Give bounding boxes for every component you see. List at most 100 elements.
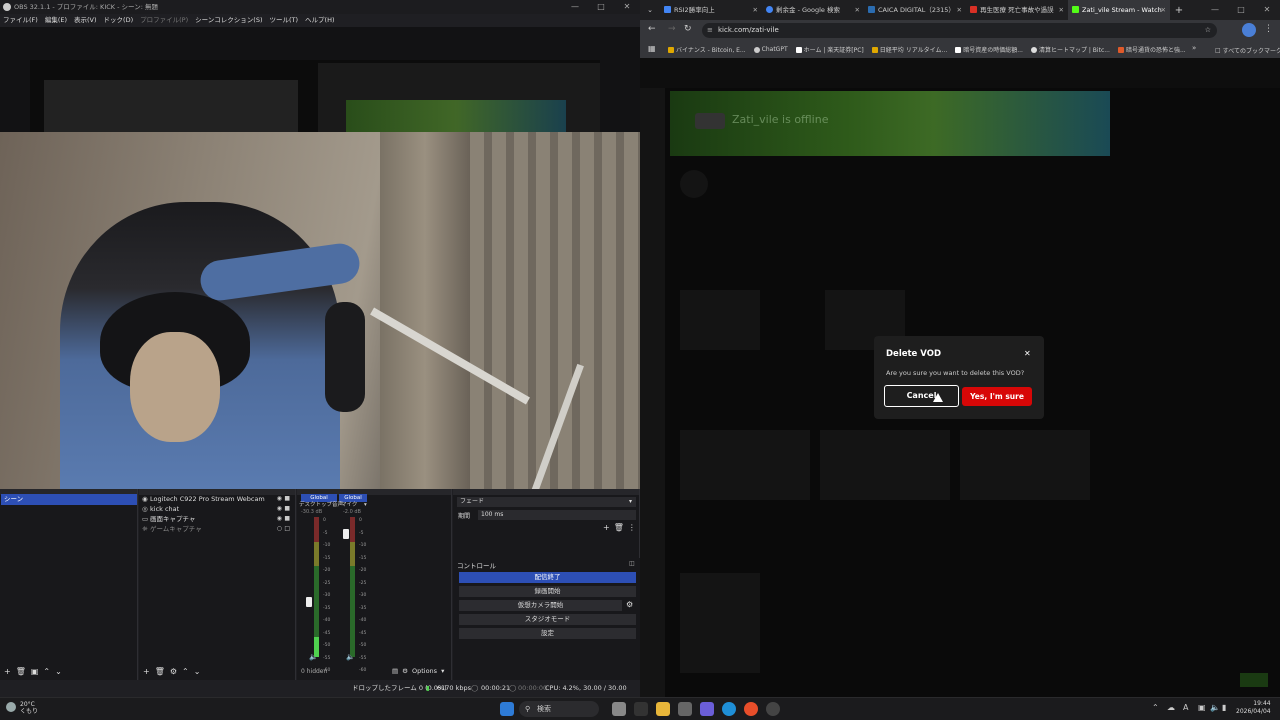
chrome-icon[interactable] xyxy=(744,702,758,716)
duration-input[interactable]: 100 ms xyxy=(478,510,636,520)
store-icon[interactable] xyxy=(678,702,692,716)
chevron-down-icon[interactable]: ⌄ xyxy=(55,667,62,679)
confirm-delete-button[interactable]: Yes, I'm sure xyxy=(962,387,1032,406)
volume-fader[interactable] xyxy=(306,597,312,607)
gear-icon[interactable]: ⚙ xyxy=(170,667,177,679)
chevron-down-icon[interactable]: ▾ xyxy=(441,667,444,675)
network-icon[interactable]: ▣ xyxy=(1198,703,1206,712)
trash-icon[interactable]: 🗑 xyxy=(614,523,624,532)
minimize-icon[interactable]: — xyxy=(1202,0,1228,20)
windows-start-icon[interactable] xyxy=(500,702,514,716)
eye-icon[interactable]: ◉ xyxy=(277,514,282,524)
bookmark-item[interactable]: 暗号通貨の恐怖と強... xyxy=(1117,45,1186,54)
start-virtual-camera-button[interactable]: 仮想カメラ開始 xyxy=(459,600,622,611)
profile-avatar[interactable] xyxy=(1242,23,1256,37)
browser-tab-active[interactable]: Zati_vile Stream - Watch ✕ xyxy=(1068,0,1170,20)
task-view-icon[interactable] xyxy=(634,702,648,716)
menu-docks[interactable]: ドック(D) xyxy=(104,14,134,27)
all-bookmarks[interactable]: □ すべてのブックマーク xyxy=(1215,46,1280,55)
unlock-icon[interactable]: □ xyxy=(284,524,290,534)
volume-icon[interactable]: 🔈 xyxy=(1210,703,1220,712)
obs-icon[interactable] xyxy=(766,702,780,716)
onedrive-icon[interactable]: ☁ xyxy=(1167,703,1175,712)
reload-icon[interactable]: ↻ xyxy=(684,24,692,34)
eye-hidden-icon[interactable]: ○ xyxy=(277,524,282,534)
close-icon[interactable]: ✕ xyxy=(1161,0,1166,20)
stop-streaming-button[interactable]: 配信終了 xyxy=(459,572,636,583)
source-item[interactable]: ◉ Logitech C922 Pro Stream Webcam ◉ ■ xyxy=(142,494,292,504)
file-explorer-icon[interactable] xyxy=(612,702,626,716)
weather-widget[interactable]: 20°C くもり xyxy=(20,701,38,715)
bookmark-item[interactable]: ChatGPT xyxy=(753,46,788,53)
speaker-icon[interactable]: 🔈 xyxy=(309,653,318,661)
gear-icon[interactable]: ⚙ xyxy=(402,667,408,675)
trash-icon[interactable]: 🗑 xyxy=(155,667,165,679)
menu-scene-collection[interactable]: シーンコレクション(S) xyxy=(195,14,262,27)
bookmark-item[interactable]: 清算ヒートマップ | Bitc... xyxy=(1030,45,1110,54)
browser-tab[interactable]: CAICA DIGITAL（2315） ✕ xyxy=(864,0,966,20)
menu-view[interactable]: 表示(V) xyxy=(74,14,97,27)
lock-icon[interactable]: ■ xyxy=(284,504,290,514)
lock-icon[interactable]: ■ xyxy=(284,514,290,524)
transition-select[interactable]: フェード ▾ xyxy=(457,497,636,507)
add-icon[interactable]: + xyxy=(4,667,11,679)
taskbar-clock[interactable]: 19:44 2026/04/04 xyxy=(1236,700,1271,716)
source-item[interactable]: ▭ 画面キャプチャ ◉ ■ xyxy=(142,514,292,524)
studio-mode-button[interactable]: スタジオモード xyxy=(459,614,636,625)
minimize-icon[interactable]: — xyxy=(562,0,588,14)
close-icon[interactable]: ✕ xyxy=(1059,0,1064,20)
trash-icon[interactable]: 🗑 xyxy=(16,667,26,679)
mixer-layout-icon[interactable]: ▤ xyxy=(392,667,398,675)
tab-search-icon[interactable]: ⌄ xyxy=(640,6,660,14)
eye-icon[interactable]: ◉ xyxy=(277,494,282,504)
browser-tab[interactable]: 剰余金 - Google 検索 ✕ xyxy=(762,0,864,20)
dock-float-icon[interactable]: ◫ xyxy=(629,560,635,567)
ime-icon[interactable]: A xyxy=(1183,703,1188,712)
volume-fader[interactable] xyxy=(343,529,349,539)
bookmark-item[interactable]: 日経平均 リアルタイム... xyxy=(871,45,947,54)
edge-icon[interactable] xyxy=(722,702,736,716)
start-recording-button[interactable]: 録画開始 xyxy=(459,586,636,597)
bookmark-item[interactable]: 暗号資産の時価総額... xyxy=(955,45,1023,54)
browser-tab[interactable]: 再生医療 死亡事故や過誤 ✕ xyxy=(966,0,1068,20)
bookmark-item[interactable]: バイナンス - Bitcoin, E... xyxy=(668,45,746,54)
site-info-icon[interactable]: ≡ xyxy=(707,23,713,38)
chat-send-button[interactable] xyxy=(1240,673,1268,687)
maximize-icon[interactable]: □ xyxy=(588,0,614,14)
menu-edit[interactable]: 編集(E) xyxy=(45,14,67,27)
address-bar[interactable]: ≡ kick.com/zati-vile ☆ xyxy=(702,23,1217,38)
close-icon[interactable]: ✕ xyxy=(957,0,962,20)
source-item[interactable]: ☼ ゲームキャプチャ ○ □ xyxy=(142,524,292,534)
source-item[interactable]: ◎ kick chat ◉ ■ xyxy=(142,504,292,514)
chevron-down-icon[interactable]: ⌄ xyxy=(194,667,201,679)
gear-icon[interactable]: ⚙ xyxy=(626,600,633,609)
bookmark-item[interactable]: ホーム | 楽天証券[PC] xyxy=(795,45,864,54)
chevron-up-icon[interactable]: ⌃ xyxy=(43,667,50,679)
more-icon[interactable]: ⋮ xyxy=(628,523,636,532)
speaker-icon[interactable]: 🔈 xyxy=(346,653,355,661)
close-icon[interactable]: ✕ xyxy=(753,0,758,20)
close-icon[interactable]: ✕ xyxy=(1024,349,1031,358)
eye-icon[interactable]: ◉ xyxy=(277,504,282,514)
add-icon[interactable]: + xyxy=(143,667,150,679)
add-icon[interactable]: + xyxy=(603,523,610,532)
chevron-up-icon[interactable]: ⌃ xyxy=(182,667,189,679)
menu-tools[interactable]: ツール(T) xyxy=(269,14,298,27)
obs-preview[interactable] xyxy=(0,27,640,489)
scene-item[interactable]: シーン xyxy=(1,494,137,505)
menu-icon[interactable]: ⋮ xyxy=(1264,24,1273,34)
close-icon[interactable]: ✕ xyxy=(855,0,860,20)
maximize-icon[interactable]: □ xyxy=(1228,0,1254,20)
menu-file[interactable]: ファイル(F) xyxy=(3,14,38,27)
copilot-icon[interactable] xyxy=(700,702,714,716)
back-icon[interactable]: ← xyxy=(648,24,656,34)
lock-icon[interactable]: ■ xyxy=(284,494,290,504)
bookmark-star-icon[interactable]: ☆ xyxy=(1205,23,1211,38)
battery-icon[interactable]: ▮ xyxy=(1222,703,1226,712)
taskbar-search[interactable]: ⚲ 検索 xyxy=(519,701,599,717)
tray-chevron-up-icon[interactable]: ⌃ xyxy=(1152,703,1159,712)
apps-grid-icon[interactable]: ▦ xyxy=(648,44,656,53)
chevron-down-icon[interactable]: ▾ xyxy=(364,502,367,509)
browser-tab[interactable]: RSI2勝率向上 ✕ xyxy=(660,0,762,20)
more-bookmarks-icon[interactable]: » xyxy=(1192,44,1196,52)
